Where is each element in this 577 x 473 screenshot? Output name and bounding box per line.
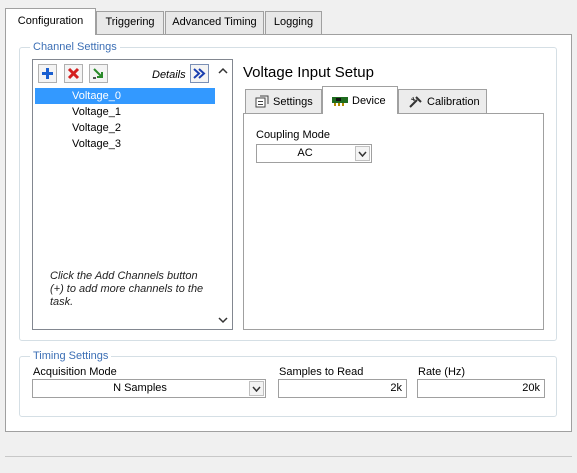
chevron-down-icon[interactable] (249, 381, 264, 396)
chevron-down-icon[interactable] (355, 146, 370, 161)
acquisition-mode-select[interactable]: N Samples (32, 379, 266, 398)
settings-icon (255, 95, 269, 108)
list-item[interactable]: Voltage_0 (35, 88, 215, 104)
coupling-mode-value: AC (297, 147, 313, 159)
tab-label: Calibration (427, 95, 480, 108)
plus-icon (42, 68, 53, 79)
acquisition-mode-value: N Samples (113, 382, 167, 394)
sort-channels-button[interactable] (89, 64, 108, 83)
setup-title: Voltage Input Setup (243, 64, 374, 81)
tab-logging[interactable]: Logging (265, 11, 322, 34)
tab-configuration[interactable]: Configuration (5, 8, 96, 35)
remove-x-icon (67, 67, 80, 80)
tab-label: Triggering (105, 16, 155, 28)
scroll-down-icon[interactable] (218, 315, 228, 325)
tab-label: Logging (273, 16, 314, 28)
scroll-up-icon[interactable] (218, 66, 228, 76)
timing-settings-title: Timing Settings (30, 350, 112, 363)
tab-label: Settings (273, 95, 313, 108)
tab-triggering[interactable]: Triggering (96, 11, 164, 34)
sort-icon (93, 68, 103, 79)
list-item[interactable]: Voltage_2 (35, 120, 215, 136)
rate-label: Rate (Hz) (418, 366, 466, 378)
details-label: Details (152, 69, 186, 81)
tab-device[interactable]: Device (322, 86, 398, 114)
tab-label: Configuration (17, 15, 84, 27)
channel-list[interactable]: Details Voltage_0 Voltage_1 Voltage_2 Vo… (32, 59, 233, 330)
device-panel: Coupling Mode AC (243, 113, 544, 330)
channel-list-scrollbar[interactable] (215, 60, 232, 329)
divider (5, 456, 572, 457)
samples-to-read-label: Samples to Read (279, 366, 364, 378)
device-icon (332, 97, 348, 106)
details-expand-button[interactable] (190, 64, 209, 83)
remove-channel-button[interactable] (64, 64, 83, 83)
samples-to-read-field[interactable]: 2k (278, 379, 407, 398)
acquisition-mode-label: Acquisition Mode (33, 366, 117, 378)
channel-settings-title: Channel Settings (30, 41, 120, 54)
coupling-mode-select[interactable]: AC (256, 144, 372, 163)
coupling-mode-label: Coupling Mode (256, 129, 330, 141)
tab-advanced-timing[interactable]: Advanced Timing (165, 11, 264, 34)
bottom-bar (0, 432, 577, 473)
tab-settings[interactable]: Settings (245, 89, 322, 113)
tab-calibration[interactable]: Calibration (398, 89, 487, 113)
list-item[interactable]: Voltage_3 (35, 136, 215, 152)
list-item[interactable]: Voltage_1 (35, 104, 215, 120)
add-channels-hint: Click the Add Channels button (+) to add… (50, 270, 204, 308)
double-chevron-right-icon (193, 68, 206, 79)
tab-label: Device (352, 94, 386, 107)
tab-label: Advanced Timing (172, 16, 257, 28)
calibration-icon (409, 95, 422, 108)
add-channel-button[interactable] (38, 64, 57, 83)
rate-field[interactable]: 20k (417, 379, 545, 398)
